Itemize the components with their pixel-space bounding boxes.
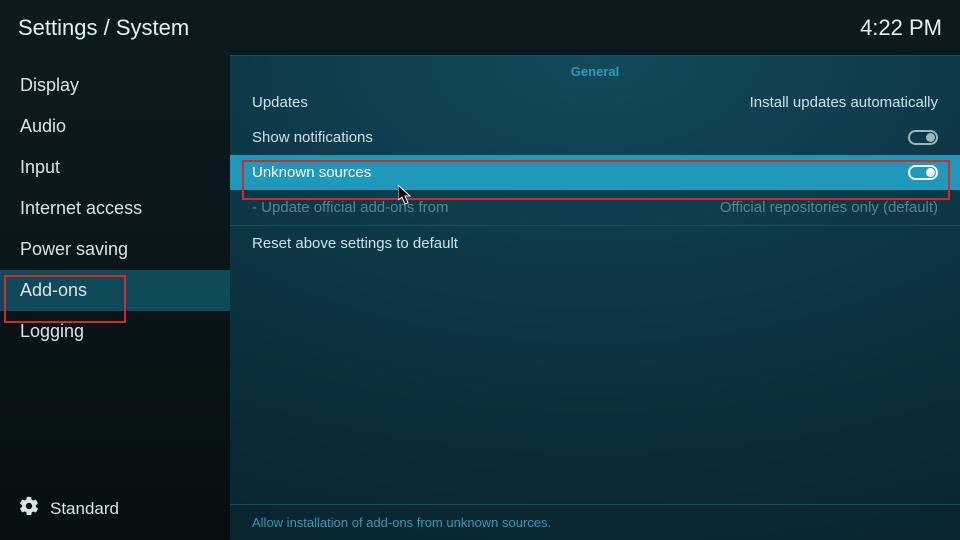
row-label: Reset above settings to default (252, 235, 458, 252)
row-label: - Update official add-ons from (252, 199, 449, 216)
row-unknown-sources[interactable]: Unknown sources (230, 155, 960, 190)
gear-icon (18, 495, 40, 522)
main-panel: General Updates Install updates automati… (230, 55, 960, 540)
sidebar-item-display[interactable]: Display (0, 65, 230, 106)
settings-rows: Updates Install updates automatically Sh… (230, 85, 960, 261)
settings-level-label: Standard (50, 499, 119, 519)
row-show-notifications[interactable]: Show notifications (230, 120, 960, 155)
sidebar-item-label: Add-ons (20, 280, 87, 300)
header-bar: Settings / System 4:22 PM (0, 0, 960, 55)
sidebar-item-label: Audio (20, 116, 66, 136)
sidebar-item-internet-access[interactable]: Internet access (0, 188, 230, 229)
sidebar-item-label: Display (20, 75, 79, 95)
toggle-icon[interactable] (908, 165, 938, 180)
row-update-official-addons-from: - Update official add-ons from Official … (230, 190, 960, 226)
row-label: Show notifications (252, 129, 373, 146)
sidebar-item-audio[interactable]: Audio (0, 106, 230, 147)
sidebar-item-power-saving[interactable]: Power saving (0, 229, 230, 270)
sidebar-item-logging[interactable]: Logging (0, 311, 230, 352)
row-reset-to-default[interactable]: Reset above settings to default (230, 226, 960, 261)
sidebar-item-label: Input (20, 157, 60, 177)
sidebar-item-label: Logging (20, 321, 84, 341)
sidebar-item-add-ons[interactable]: Add-ons (0, 270, 230, 311)
hint-text: Allow installation of add-ons from unkno… (230, 504, 960, 540)
sidebar-items: Display Audio Input Internet access Powe… (0, 65, 230, 352)
sidebar: Display Audio Input Internet access Powe… (0, 55, 230, 540)
row-updates[interactable]: Updates Install updates automatically (230, 85, 960, 120)
sidebar-item-label: Internet access (20, 198, 142, 218)
section-title: General (230, 56, 960, 85)
layout: Display Audio Input Internet access Powe… (0, 55, 960, 540)
row-label: Unknown sources (252, 164, 371, 181)
sidebar-item-input[interactable]: Input (0, 147, 230, 188)
breadcrumb: Settings / System (18, 15, 189, 41)
row-value: Install updates automatically (750, 94, 938, 111)
settings-level-button[interactable]: Standard (0, 483, 230, 540)
sidebar-item-label: Power saving (20, 239, 128, 259)
clock: 4:22 PM (860, 15, 942, 41)
toggle-icon[interactable] (908, 130, 938, 145)
row-value: Official repositories only (default) (720, 199, 938, 216)
row-label: Updates (252, 94, 308, 111)
